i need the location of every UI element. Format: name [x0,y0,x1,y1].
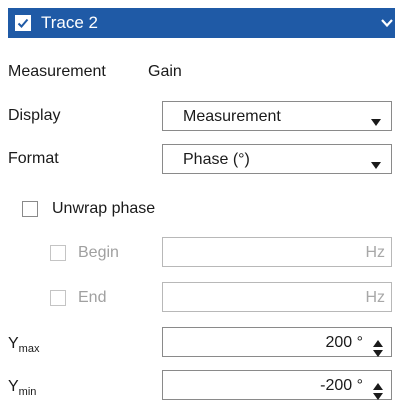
format-selected-value: Phase (°) [183,151,250,168]
end-checkbox[interactable] [50,290,66,306]
trace-settings-panel: Trace 2 Measurement Gain Display Measure… [0,0,395,412]
begin-label: Begin [78,244,119,261]
unwrap-phase-label: Unwrap phase [52,200,156,217]
display-dropdown[interactable]: Measurement [162,101,392,131]
checkmark-icon [17,18,29,28]
ymin-value: -200 ° [320,377,363,394]
end-frequency-input[interactable]: Hz [162,282,392,312]
triangle-down-icon[interactable] [373,387,383,400]
measurement-value: Gain [148,63,182,80]
ymax-value: 200 ° [325,334,363,351]
triangle-down-icon[interactable] [373,344,383,357]
ymin-spinbox[interactable]: -200 ° [162,370,392,400]
begin-frequency-input[interactable]: Hz [162,237,392,267]
format-label: Format [8,150,59,167]
triangle-down-icon [371,156,381,169]
unwrap-phase-checkbox[interactable] [22,201,38,217]
ymin-label-sub: min [18,386,37,398]
trace-enable-checkbox[interactable] [15,15,31,31]
ymin-label-main: Y [8,378,19,395]
ymax-label-sub: max [18,343,40,355]
begin-checkbox[interactable] [50,245,66,261]
trace-header[interactable]: Trace 2 [8,8,395,38]
ymax-label-main: Y [8,335,19,352]
triangle-down-icon [371,113,381,126]
triangle-up-icon[interactable] [373,377,383,390]
display-label: Display [8,107,61,124]
measurement-label: Measurement [8,63,106,80]
chevron-down-icon[interactable] [379,15,395,31]
display-selected-value: Measurement [183,108,281,125]
format-dropdown[interactable]: Phase (°) [162,144,392,174]
end-unit: Hz [365,289,385,306]
ymax-spinbox[interactable]: 200 ° [162,327,392,357]
begin-unit: Hz [365,244,385,261]
ymax-label: Ymax [8,334,39,355]
triangle-up-icon[interactable] [373,334,383,347]
end-label: End [78,289,107,306]
ymin-label: Ymin [8,377,36,398]
trace-title: Trace 2 [41,13,99,32]
